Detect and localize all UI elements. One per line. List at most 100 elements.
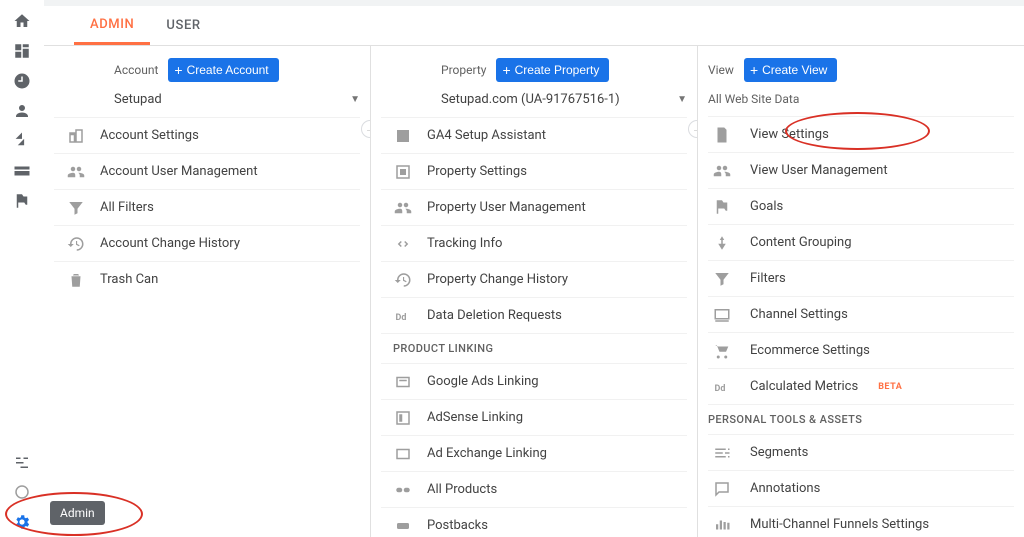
- list-item-label: View User Management: [750, 163, 888, 178]
- list-item-label: Ad Exchange Linking: [427, 446, 547, 461]
- annotations-icon: [708, 480, 736, 498]
- list-item[interactable]: GA4 Setup Assistant: [381, 117, 687, 153]
- list-item[interactable]: All Filters: [54, 189, 360, 225]
- people-icon: [393, 199, 413, 217]
- list-item[interactable]: All Products: [381, 471, 687, 507]
- people-icon: [66, 163, 86, 181]
- filter-icon: [708, 270, 736, 288]
- list-item[interactable]: View User Management: [708, 152, 1014, 188]
- list-item[interactable]: Account User Management: [54, 153, 360, 189]
- adsense-icon: [393, 409, 413, 427]
- plus-icon: +: [502, 63, 510, 77]
- view-selector[interactable]: All Web Site Data: [708, 88, 1014, 112]
- section-subhead: PRODUCT LINKING: [381, 333, 687, 363]
- dd-icon: Dd: [393, 307, 413, 325]
- flag-icon: [708, 198, 736, 216]
- svg-text:Dd: Dd: [715, 383, 726, 393]
- view-column: View +Create View All Web Site Data View…: [697, 46, 1024, 537]
- list-item-label: Property User Management: [427, 200, 586, 215]
- list-item-label: Annotations: [750, 481, 820, 496]
- beta-badge: BETA: [878, 382, 902, 392]
- filter-icon: [66, 199, 86, 217]
- property-selector[interactable]: Setupad.com (UA-91767516-1)▼: [441, 88, 687, 113]
- list-item[interactable]: Ad Exchange Linking: [381, 435, 687, 471]
- create-account-button[interactable]: +Create Account: [168, 58, 278, 82]
- list-item-label: Account Change History: [100, 236, 240, 251]
- list-item-label: View Settings: [750, 127, 829, 142]
- nav-arrow-icon[interactable]: →: [361, 120, 370, 138]
- account-column: Account +Create Account Setupad▼ Account…: [44, 46, 370, 537]
- admin-content: Account +Create Account Setupad▼ Account…: [44, 46, 1024, 537]
- card-icon[interactable]: [0, 156, 44, 186]
- list-item-label: Google Ads Linking: [427, 374, 539, 389]
- list-item-label: Calculated Metrics: [750, 379, 858, 394]
- list-item[interactable]: Property Settings: [381, 153, 687, 189]
- list-item[interactable]: Property User Management: [381, 189, 687, 225]
- home-icon[interactable]: [0, 6, 44, 36]
- nav-arrow-icon[interactable]: →: [688, 120, 697, 138]
- history-icon: [393, 271, 413, 289]
- people-icon: [708, 162, 736, 180]
- history-icon: [66, 235, 86, 253]
- tab-admin[interactable]: ADMIN: [74, 17, 150, 45]
- list-item[interactable]: Goals: [708, 188, 1014, 224]
- list-item[interactable]: Content Grouping: [708, 224, 1014, 260]
- list-item[interactable]: Annotations: [708, 470, 1014, 506]
- list-item-label: Segments: [750, 445, 808, 460]
- list-item-label: Multi-Channel Funnels Settings: [750, 517, 929, 532]
- list-item[interactable]: Segments: [708, 434, 1014, 470]
- gear-icon[interactable]: [0, 507, 44, 537]
- section-subhead: PERSONAL TOOLS & ASSETS: [708, 404, 1014, 434]
- list-item-label: Ecommerce Settings: [750, 343, 870, 358]
- view-column-label: View: [708, 63, 734, 77]
- dashboard-icon[interactable]: [0, 36, 44, 66]
- list-item[interactable]: Multi-Channel Funnels Settings: [708, 506, 1014, 537]
- mcf-icon: [708, 516, 736, 534]
- property-column-label: Property: [441, 63, 486, 77]
- list-item-label: All Products: [427, 482, 497, 497]
- list-item-label: GA4 Setup Assistant: [427, 128, 546, 143]
- chevron-down-icon: ▼: [677, 94, 687, 105]
- code-icon: [393, 235, 413, 253]
- list-item[interactable]: Account Settings: [54, 117, 360, 153]
- flag-icon[interactable]: [0, 186, 44, 216]
- list-item[interactable]: Google Ads Linking: [381, 363, 687, 399]
- list-item[interactable]: Ecommerce Settings: [708, 332, 1014, 368]
- list-item-label: Filters: [750, 271, 786, 286]
- cart-icon: [708, 342, 736, 360]
- list-item[interactable]: Dd Calculated Metrics BETA: [708, 368, 1014, 404]
- list-item[interactable]: Tracking Info: [381, 225, 687, 261]
- list-item-label: Account Settings: [100, 128, 199, 143]
- list-item-label: Postbacks: [427, 518, 488, 533]
- conversions-icon[interactable]: [0, 126, 44, 156]
- create-property-button[interactable]: +Create Property: [496, 58, 609, 82]
- account-column-label: Account: [114, 63, 158, 77]
- clock-icon[interactable]: [0, 66, 44, 96]
- list-item[interactable]: View Settings: [708, 116, 1014, 152]
- person-icon[interactable]: [0, 96, 44, 126]
- list-item-label: AdSense Linking: [427, 410, 523, 425]
- list-item-label: Property Settings: [427, 164, 527, 179]
- chevron-down-icon: ▼: [350, 94, 360, 105]
- account-selector[interactable]: Setupad▼: [114, 88, 360, 113]
- list-item[interactable]: Trash Can: [54, 261, 360, 297]
- list-item[interactable]: Account Change History: [54, 225, 360, 261]
- create-view-button[interactable]: +Create View: [744, 58, 837, 82]
- channel-icon: [708, 306, 736, 324]
- list-item[interactable]: AdSense Linking: [381, 399, 687, 435]
- list-item[interactable]: Property Change History: [381, 261, 687, 297]
- plus-icon: +: [174, 63, 182, 77]
- list-item-label: Content Grouping: [750, 235, 852, 250]
- property-column: Property +Create Property Setupad.com (U…: [370, 46, 697, 537]
- attribution-icon[interactable]: [0, 447, 44, 477]
- postbacks-icon: [393, 517, 413, 535]
- list-item[interactable]: Filters: [708, 260, 1014, 296]
- list-item[interactable]: Channel Settings: [708, 296, 1014, 332]
- list-item[interactable]: Postbacks: [381, 507, 687, 537]
- list-item-label: Trash Can: [100, 272, 158, 287]
- tab-user[interactable]: USER: [150, 18, 216, 45]
- list-item[interactable]: DdData Deletion Requests: [381, 297, 687, 333]
- list-item-label: Tracking Info: [427, 236, 502, 251]
- discover-icon[interactable]: [0, 477, 44, 507]
- link-icon: [393, 481, 413, 499]
